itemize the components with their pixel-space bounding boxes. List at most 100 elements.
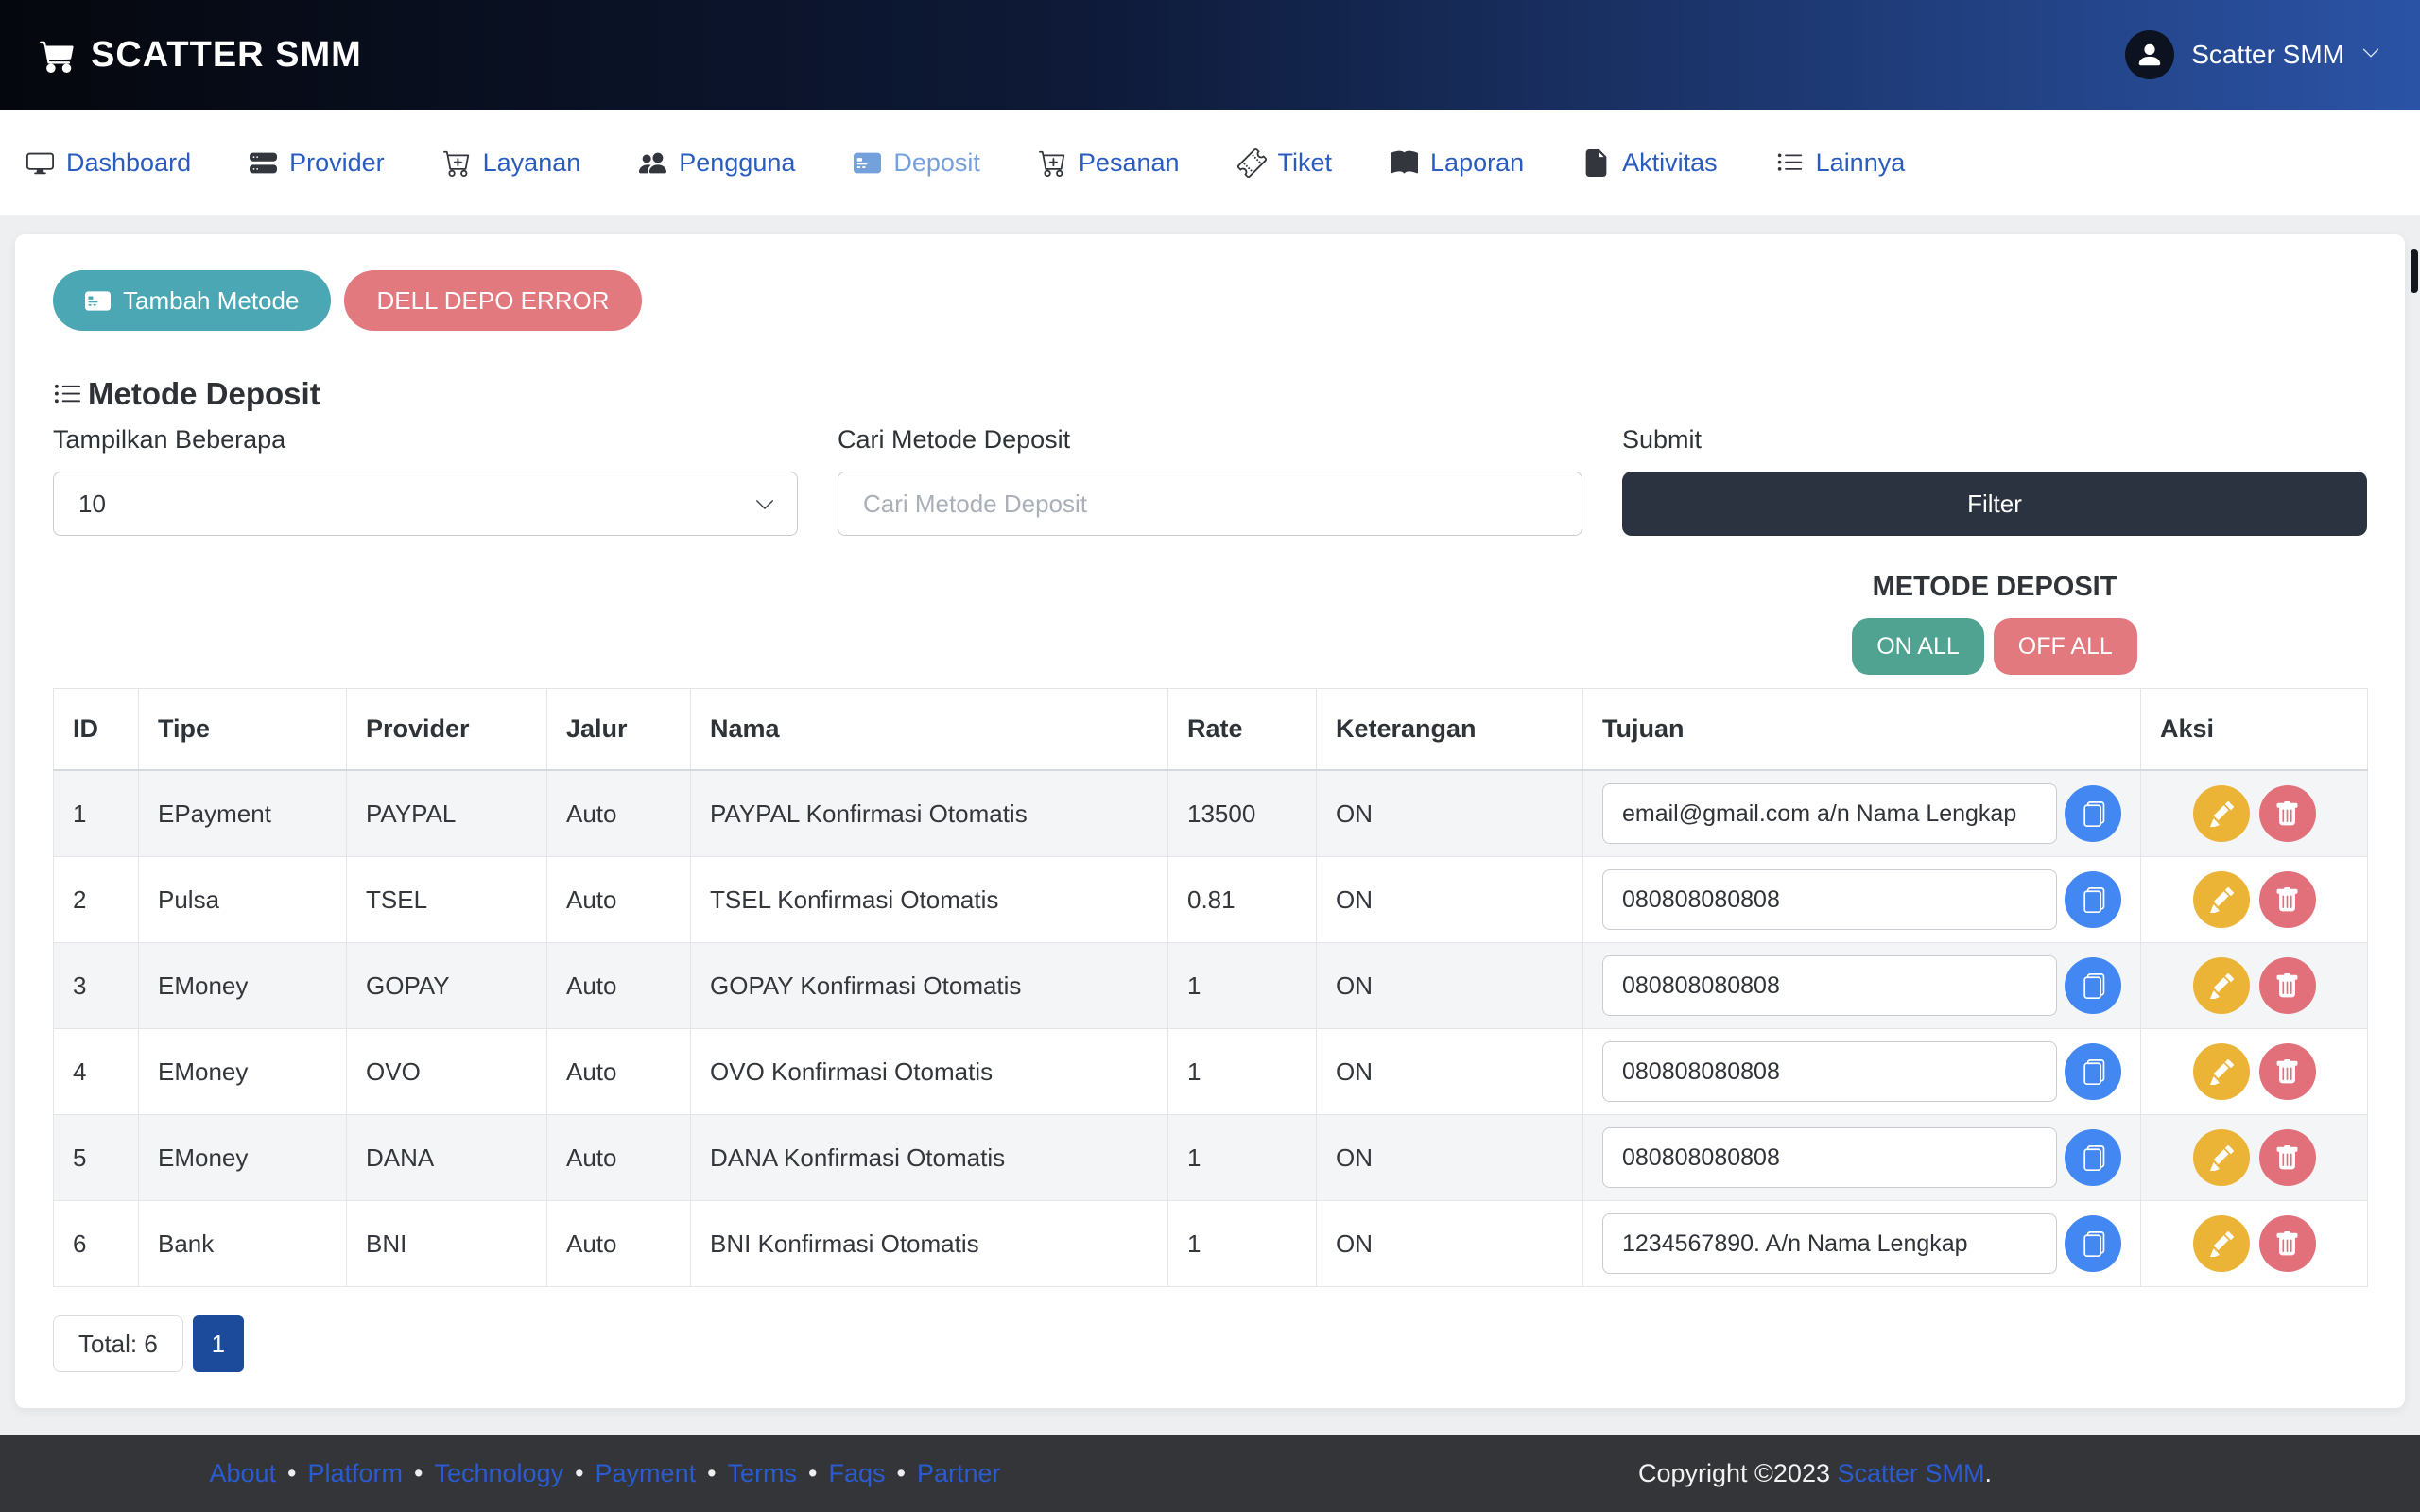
show-entries-select[interactable]: 10	[53, 472, 798, 536]
column-header-provider: Provider	[347, 689, 547, 771]
column-header-id: ID	[54, 689, 139, 771]
table-header-row: ID Tipe Provider Jalur Nama Rate Keteran…	[54, 689, 2368, 771]
delete-button[interactable]	[2259, 871, 2316, 928]
column-header-jalur: Jalur	[547, 689, 691, 771]
nav-item-pengguna[interactable]: Pengguna	[639, 148, 795, 178]
add-method-button[interactable]: Tambah Metode	[53, 270, 331, 331]
nav-item-dashboard[interactable]: Dashboard	[26, 148, 191, 178]
cell-tipe: EMoney	[139, 1115, 347, 1201]
tujuan-input[interactable]	[1602, 869, 2057, 930]
tujuan-input[interactable]	[1602, 1213, 2057, 1274]
copy-button[interactable]	[2065, 871, 2121, 928]
credit-card-icon	[854, 149, 881, 177]
trash-icon	[2274, 801, 2300, 827]
tujuan-input[interactable]	[1602, 1127, 2057, 1188]
brand-link[interactable]: SCATTER SMM	[40, 35, 362, 76]
edit-button[interactable]	[2193, 785, 2250, 842]
copy-button[interactable]	[2065, 1215, 2121, 1272]
nav-item-provider[interactable]: Provider	[250, 148, 385, 178]
copy-button[interactable]	[2065, 1043, 2121, 1100]
scrollbar-thumb[interactable]	[2411, 249, 2418, 293]
cell-keterangan: ON	[1317, 943, 1583, 1029]
submit-label: Submit	[1622, 425, 2367, 455]
pencil-icon	[2208, 801, 2234, 827]
edit-button[interactable]	[2193, 1129, 2250, 1186]
person-icon	[2135, 41, 2164, 69]
column-header-keterangan: Keterangan	[1317, 689, 1583, 771]
trash-icon	[2274, 1059, 2300, 1085]
page-title: Metode Deposit	[53, 376, 2367, 412]
off-all-button[interactable]: OFF ALL	[1994, 618, 2137, 675]
column-header-rate: Rate	[1168, 689, 1317, 771]
table-row: 4 EMoney OVO Auto OVO Konfirmasi Otomati…	[54, 1029, 2368, 1115]
delete-button[interactable]	[2259, 785, 2316, 842]
cell-keterangan: ON	[1317, 1201, 1583, 1287]
list-icon	[53, 380, 82, 409]
edit-button[interactable]	[2193, 871, 2250, 928]
nav-item-lainnya[interactable]: Lainnya	[1776, 148, 1906, 178]
show-entries-label: Tampilkan Beberapa	[53, 425, 798, 455]
copy-button[interactable]	[2065, 957, 2121, 1014]
cell-jalur: Auto	[547, 857, 691, 943]
pencil-icon	[2208, 1059, 2234, 1085]
on-all-button[interactable]: ON ALL	[1852, 618, 1984, 675]
edit-button[interactable]	[2193, 957, 2250, 1014]
edit-button[interactable]	[2193, 1215, 2250, 1272]
nav-item-laporan[interactable]: Laporan	[1391, 148, 1524, 178]
footer-link-terms[interactable]: Terms	[728, 1459, 829, 1487]
total-count: Total: 6	[53, 1315, 183, 1372]
footer-link-faqs[interactable]: Faqs	[829, 1459, 917, 1487]
cell-jalur: Auto	[547, 1115, 691, 1201]
footer-link-platform[interactable]: Platform	[307, 1459, 434, 1487]
copyright-brand-link[interactable]: Scatter SMM	[1837, 1459, 1984, 1487]
nav-item-pesanan[interactable]: Pesanan	[1039, 148, 1180, 178]
dell-depo-error-button[interactable]: DELL DEPO ERROR	[344, 270, 641, 331]
list-icon	[1776, 149, 1804, 177]
delete-button[interactable]	[2259, 1215, 2316, 1272]
edit-button[interactable]	[2193, 1043, 2250, 1100]
main-nav: Dashboard Provider Layanan Pengguna Depo…	[0, 110, 2420, 215]
copy-button[interactable]	[2065, 1129, 2121, 1186]
footer-link-partner[interactable]: Partner	[917, 1459, 1001, 1487]
column-header-tipe: Tipe	[139, 689, 347, 771]
copy-button[interactable]	[2065, 785, 2121, 842]
tujuan-input[interactable]	[1602, 783, 2057, 844]
nav-item-aktivitas[interactable]: Aktivitas	[1582, 148, 1718, 178]
table-row: 6 Bank BNI Auto BNI Konfirmasi Otomatis …	[54, 1201, 2368, 1287]
cell-tipe: Pulsa	[139, 857, 347, 943]
footer-link-technology[interactable]: Technology	[434, 1459, 595, 1487]
brand-title: SCATTER SMM	[91, 35, 362, 76]
avatar	[2125, 30, 2174, 79]
search-input[interactable]	[838, 472, 1582, 536]
delete-button[interactable]	[2259, 1043, 2316, 1100]
cell-rate: 1	[1168, 1115, 1317, 1201]
page-1-button[interactable]: 1	[193, 1315, 244, 1372]
cell-tipe: EMoney	[139, 1029, 347, 1115]
nav-item-layanan[interactable]: Layanan	[443, 148, 581, 178]
pencil-icon	[2208, 973, 2234, 999]
delete-button[interactable]	[2259, 1129, 2316, 1186]
cell-nama: OVO Konfirmasi Otomatis	[691, 1029, 1168, 1115]
footer-link-about[interactable]: About	[209, 1459, 307, 1487]
column-header-tujuan: Tujuan	[1583, 689, 2141, 771]
cell-keterangan: ON	[1317, 857, 1583, 943]
server-icon	[250, 149, 277, 177]
cell-id: 2	[54, 857, 139, 943]
trash-icon	[2274, 973, 2300, 999]
users-icon	[639, 149, 666, 177]
cell-keterangan: ON	[1317, 1029, 1583, 1115]
nav-item-tiket[interactable]: Tiket	[1238, 148, 1333, 178]
footer-links: AboutPlatformTechnologyPaymentTermsFaqsP…	[0, 1459, 1210, 1488]
cell-jalur: Auto	[547, 943, 691, 1029]
nav-item-deposit[interactable]: Deposit	[854, 148, 980, 178]
cell-rate: 13500	[1168, 770, 1317, 857]
tujuan-input[interactable]	[1602, 1041, 2057, 1102]
filter-button[interactable]: Filter	[1622, 472, 2367, 536]
deposit-methods-table: ID Tipe Provider Jalur Nama Rate Keteran…	[53, 688, 2368, 1287]
delete-button[interactable]	[2259, 957, 2316, 1014]
user-menu[interactable]: Scatter SMM	[2125, 30, 2380, 79]
cell-nama: TSEL Konfirmasi Otomatis	[691, 857, 1168, 943]
cell-provider: OVO	[347, 1029, 547, 1115]
footer-link-payment[interactable]: Payment	[596, 1459, 728, 1487]
tujuan-input[interactable]	[1602, 955, 2057, 1016]
